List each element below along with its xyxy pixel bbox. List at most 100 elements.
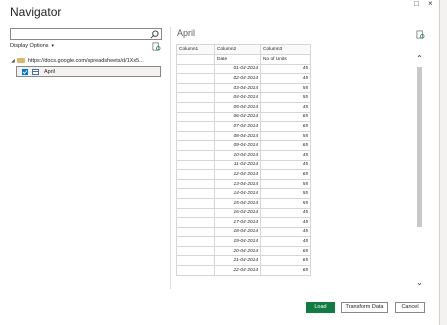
table-row: 03-04-2014 55: [176, 82, 311, 94]
table-cell: 14-04-2014: [214, 188, 261, 199]
table-cell: [176, 149, 215, 161]
table-row: Date No of Units: [176, 54, 311, 65]
table-cell: Date: [214, 54, 261, 65]
folder-icon: [16, 58, 25, 64]
table-cell: 65: [260, 169, 311, 180]
table-cell: [176, 54, 215, 65]
cancel-button[interactable]: Cancel: [395, 302, 425, 313]
table-cell: 09-04-2014: [214, 140, 261, 151]
scroll-down-icon[interactable]: ⌄: [415, 279, 424, 287]
search-input[interactable]: [10, 28, 162, 40]
table-row: 04-04-2014 55: [176, 92, 311, 103]
table-cell: 10-04-2014: [214, 149, 261, 161]
table-cell: 65: [260, 111, 311, 123]
table-row: 02-04-2014 45: [176, 73, 311, 84]
table-cell: 55: [260, 92, 311, 103]
table-row: 21-04-2014 65: [176, 255, 311, 267]
preview-table: Column1 Column2 Column3 Date No of Units…: [176, 44, 311, 276]
table-cell: 15-04-2014: [214, 197, 261, 209]
table-cell: [176, 178, 215, 190]
table-cell: 17-04-2014: [214, 217, 261, 228]
table-row: 12-04-2014 65: [176, 169, 311, 180]
refresh-source-icon[interactable]: [152, 42, 161, 51]
tree-item-label: April: [44, 68, 56, 75]
background-app-strip: [439, 0, 447, 325]
caret-down-icon[interactable]: ◢: [11, 58, 15, 64]
scrollbar-thumb[interactable]: [417, 67, 422, 227]
table-cell: [176, 207, 215, 219]
table-cell: [176, 101, 215, 113]
vertical-scrollbar[interactable]: ⌃ ⌄: [415, 55, 424, 287]
tree-root-label: https://docs.google.com/spreadsheets/d/1…: [27, 58, 144, 64]
search-icon[interactable]: [150, 30, 159, 39]
table-cell: 55: [260, 178, 311, 190]
preview-title: April: [177, 28, 196, 38]
table-cell: [176, 265, 215, 276]
table-cell: 45: [260, 101, 311, 113]
table-cell: [176, 121, 215, 132]
table-cell: 55: [260, 188, 311, 199]
checkbox-april[interactable]: [22, 69, 28, 75]
table-row: 06-04-2014 65: [176, 111, 311, 123]
table-row: 20-04-2014 65: [176, 245, 311, 257]
column-header[interactable]: Column2: [214, 44, 261, 55]
table-cell: [176, 217, 215, 228]
tree-root-source[interactable]: ◢ https://docs.google.com/spreadsheets/d/…: [11, 58, 144, 64]
close-icon[interactable]: ×: [428, 0, 433, 8]
table-row: 07-04-2014 65: [176, 121, 311, 132]
table-cell: 20-04-2014: [214, 245, 261, 257]
table-cell: 21-04-2014: [214, 255, 261, 267]
display-options-dropdown[interactable]: Display Options ▾: [10, 43, 54, 49]
table-cell: 11-04-2014: [214, 159, 261, 171]
table-row: 14-04-2014 55: [176, 188, 311, 199]
table-cell: 07-04-2014: [214, 121, 261, 132]
table-cell: 13-04-2014: [214, 178, 261, 190]
load-button[interactable]: Load: [306, 302, 335, 313]
table-cell: 06-04-2014: [214, 111, 261, 123]
table-cell: [176, 197, 215, 209]
preview-grid[interactable]: Column1 Column2 Column3 Date No of Units…: [176, 44, 314, 288]
table-cell: 45: [260, 236, 311, 247]
table-cell: 03-04-2014: [214, 82, 261, 94]
table-row: 08-04-2014 55: [176, 130, 311, 142]
tree-item-april[interactable]: April: [16, 66, 161, 77]
dialog-title: Navigator: [10, 5, 62, 19]
table-cell: [176, 130, 215, 142]
table-cell: [176, 169, 215, 180]
column-header[interactable]: Column1: [176, 44, 215, 55]
table-cell: 12-04-2014: [214, 169, 261, 180]
table-cell: 08-04-2014: [214, 130, 261, 142]
column-header[interactable]: Column3: [260, 44, 311, 55]
table-row: 01-04-2014 45: [176, 63, 311, 75]
table-cell: 45: [260, 73, 311, 84]
table-cell: [176, 140, 215, 151]
preview-options-icon[interactable]: [416, 30, 425, 39]
scroll-up-icon[interactable]: ⌃: [415, 55, 424, 63]
table-cell: [176, 226, 215, 238]
table-cell: 04-04-2014: [214, 92, 261, 103]
table-cell: 19-04-2014: [214, 236, 261, 247]
table-cell: 18-04-2014: [214, 226, 261, 238]
table-row: 15-04-2014 55: [176, 197, 311, 209]
transform-data-button[interactable]: Transform Data: [341, 302, 388, 313]
table-cell: No of Units: [260, 54, 311, 65]
pane-divider[interactable]: [170, 27, 171, 289]
table-cell: 22-04-2014: [214, 265, 261, 276]
display-options-label: Display Options: [10, 43, 49, 49]
table-cell: [176, 255, 215, 267]
column-header-row: Column1 Column2 Column3: [176, 44, 311, 55]
table-cell: 45: [260, 217, 311, 228]
maximize-icon[interactable]: □: [414, 0, 419, 8]
table-cell: [176, 73, 215, 84]
table-row: 10-04-2014 45: [176, 149, 311, 161]
table-cell: 65: [260, 245, 311, 257]
table-cell: 55: [260, 197, 311, 209]
table-cell: [176, 159, 215, 171]
table-cell: 65: [260, 140, 311, 151]
table-cell: 45: [260, 63, 311, 75]
table-cell: [176, 245, 215, 257]
table-cell: 45: [260, 149, 311, 161]
table-cell: 65: [260, 255, 311, 267]
table-row: 05-04-2014 45: [176, 101, 311, 113]
table-row: 17-04-2014 45: [176, 217, 311, 228]
